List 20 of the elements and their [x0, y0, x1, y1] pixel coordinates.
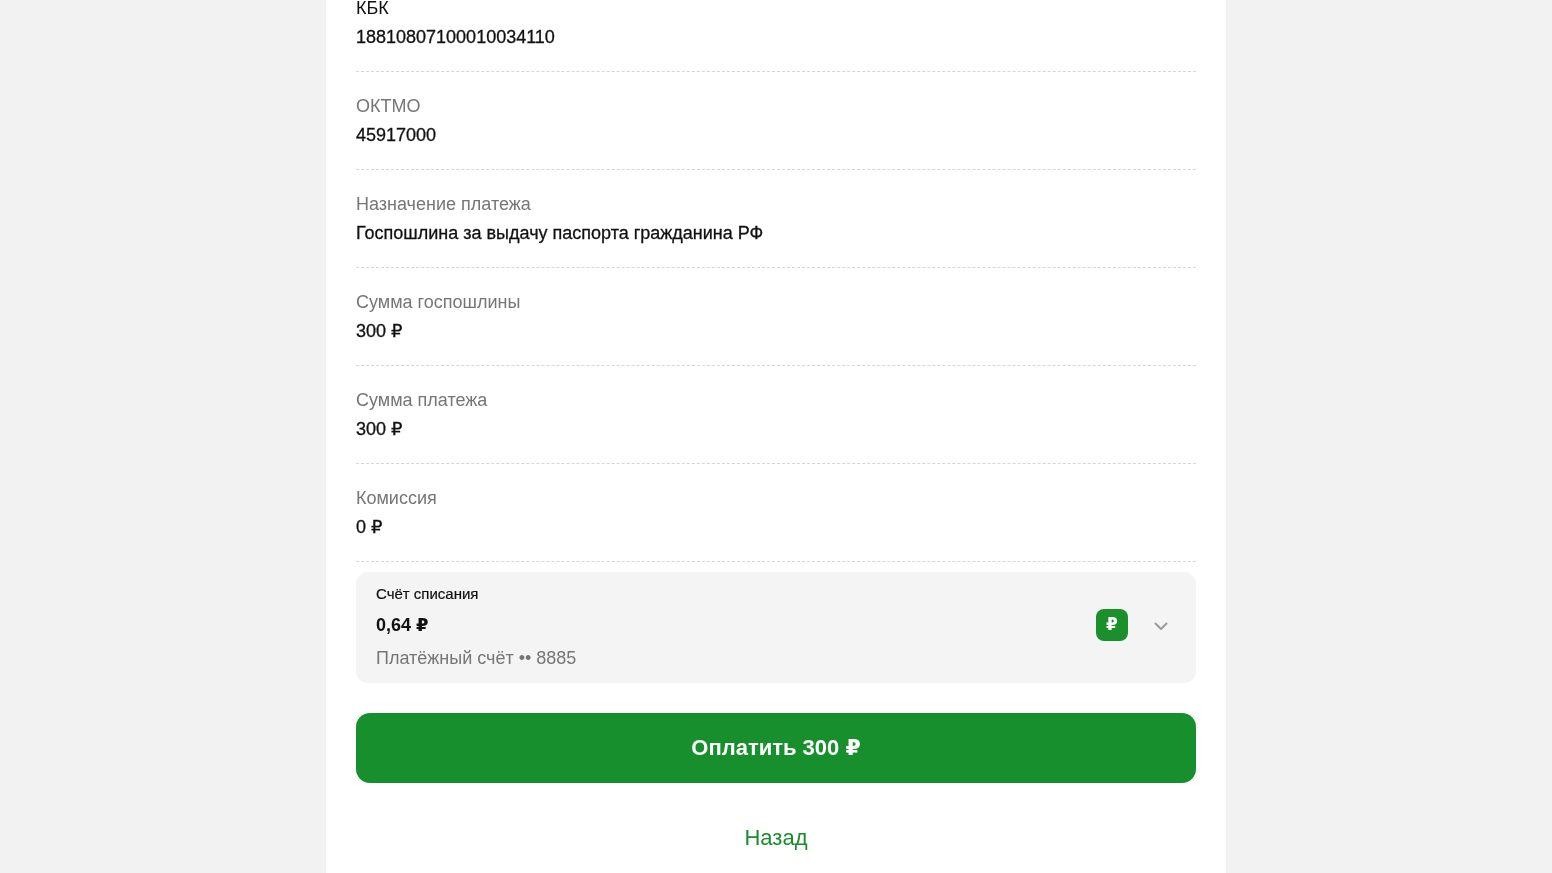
- account-selector[interactable]: Счёт списания 0,64 ₽ Платёжный счёт •• 8885 ₽: [356, 572, 1196, 683]
- field-label: Назначение платежа: [356, 193, 531, 215]
- field-label: Сумма платежа: [356, 389, 488, 411]
- field-label: ОКТМО: [356, 95, 421, 117]
- field-value: 0 ₽: [356, 516, 383, 538]
- back-link[interactable]: Назад: [744, 826, 808, 850]
- account-balance: 0,64 ₽: [376, 614, 429, 636]
- field-label: Сумма госпошлины: [356, 291, 521, 313]
- field-value: 300 ₽: [356, 320, 403, 342]
- field-value: Госпошлина за выдачу паспорта гражданина РФ: [356, 222, 764, 244]
- chevron-down-icon: [1154, 622, 1168, 631]
- currency-icon: ₽: [1096, 608, 1128, 641]
- pay-button[interactable]: Оплатить 300 ₽: [356, 713, 1196, 783]
- field-label: КБК: [356, 0, 389, 19]
- field-label: Комиссия: [356, 487, 437, 509]
- account-label: Счёт списания: [376, 584, 479, 604]
- account-name: Платёжный счёт •• 8885: [376, 647, 577, 669]
- field-value: 18810807100010034110: [356, 26, 555, 48]
- field-value: 45917000: [356, 124, 437, 146]
- field-value: 300 ₽: [356, 418, 403, 440]
